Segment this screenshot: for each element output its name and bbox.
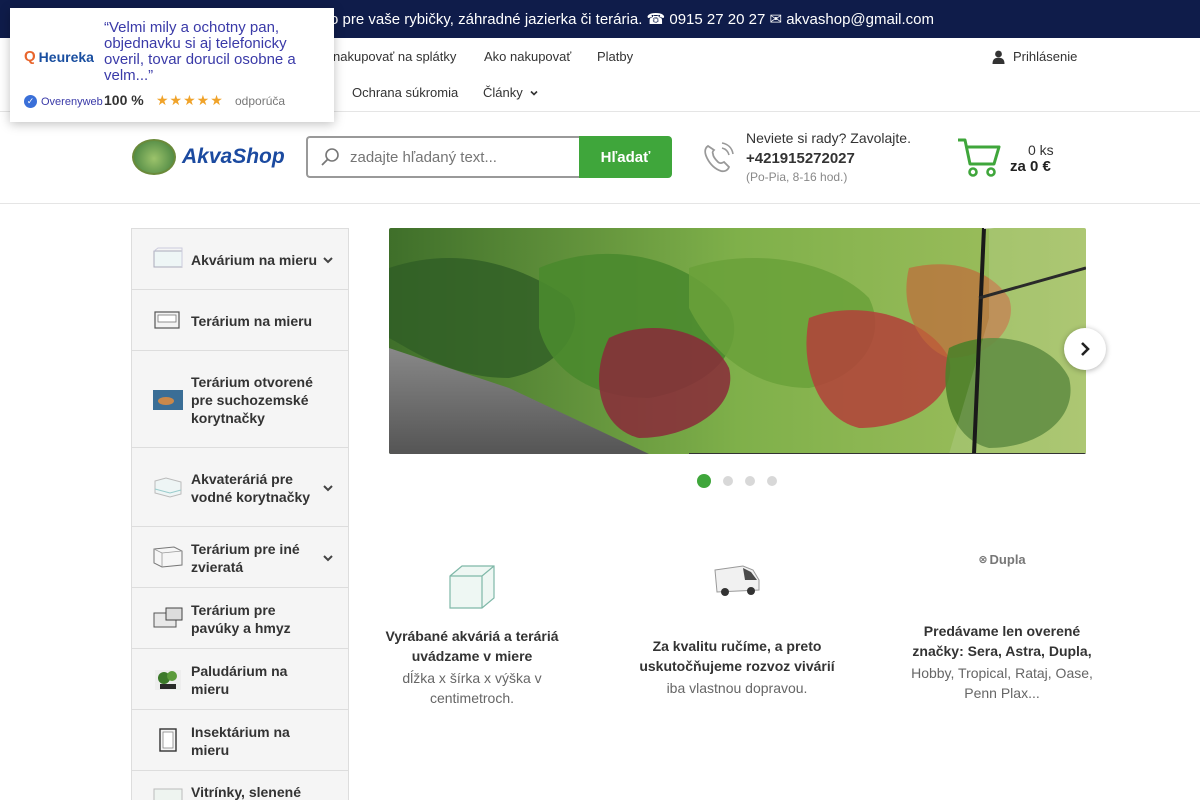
heureka-logo-text: Heureka — [38, 48, 94, 65]
feature-made-to-measure: Vyrábané akváriá a teráriá uvádzame v mi… — [372, 562, 572, 708]
heureka-review-widget[interactable]: Q Heureka “Velmi mily a ochotny pan, obj… — [10, 8, 334, 122]
spider-terrarium-icon — [153, 607, 183, 628]
category-label: Terárium pre iné zvieratá — [191, 541, 300, 575]
site-header: AkvaShop Hľadať Neviete si rady? Zavolaj… — [0, 112, 1200, 204]
login-link[interactable]: Prihlásenie — [992, 49, 1077, 64]
cart-count: 0 ks — [1028, 142, 1054, 158]
chevron-down-icon[interactable] — [322, 482, 334, 494]
login-label: Prihlásenie — [1013, 49, 1078, 64]
category-animal-terrarium[interactable]: Terárium pre iné zvieratá — [132, 527, 348, 588]
chevron-right-icon — [1081, 342, 1090, 356]
category-label: Akvateráriá pre vodné korytnačky — [191, 471, 311, 505]
feature-title: Predávame len overené značky: Sera, Astr… — [912, 623, 1092, 659]
verified-label: Overenyweb — [41, 95, 103, 108]
feature-desc: dĺžka x šírka x výška v centimetroch. — [402, 670, 542, 706]
insectarium-icon — [159, 728, 177, 752]
category-terrarium[interactable]: Terárium na mieru — [132, 290, 348, 351]
cart-total: za 0 € — [1010, 158, 1051, 175]
heureka-logo: Q Heureka — [24, 48, 94, 65]
user-icon — [992, 50, 1005, 64]
nav-link-how-to-buy[interactable]: Ako nakupovať — [484, 49, 571, 64]
heureka-q-icon: Q — [24, 48, 36, 65]
phone-icon — [704, 142, 734, 173]
animal-terrarium-icon — [153, 546, 183, 568]
category-turtle-terrarium[interactable]: Terárium otvorené pre suchozemské korytn… — [132, 351, 348, 448]
category-insectarium[interactable]: Insektárium na mieru — [132, 710, 348, 771]
category-label: Insektárium na mieru — [191, 724, 290, 758]
dupla-logo: ⊗ Dupla — [972, 552, 1032, 567]
check-icon: ✓ — [24, 95, 37, 108]
review-quote: “Velmi mily a ochotny pan, objednavku si… — [104, 19, 296, 84]
category-label: Paludárium na mieru — [191, 663, 288, 697]
verified-badge: ✓ Overenyweb — [24, 95, 103, 108]
chevron-down-icon[interactable] — [322, 254, 334, 266]
category-label: Terárium pre pavúky a hmyz — [191, 602, 291, 636]
search-button[interactable]: Hľadať — [579, 136, 672, 178]
nav-link-articles[interactable]: Články — [483, 85, 539, 100]
recommend-percent: 100 % — [104, 92, 144, 108]
aquaterrarium-icon — [154, 477, 182, 498]
slider-next-button[interactable] — [1064, 328, 1106, 370]
feature-desc: iba vlastnou dopravou. — [666, 680, 808, 696]
feature-verified-brands: ⊗ Dupla Predávame len overené značky: Se… — [902, 552, 1102, 703]
dupla-mark-icon: ⊗ — [978, 554, 988, 566]
turtle-terrarium-icon — [153, 390, 183, 410]
slider-dot-3[interactable] — [745, 476, 755, 486]
showcase-icon — [153, 788, 183, 800]
search-input[interactable] — [350, 148, 570, 166]
slider-dots — [697, 474, 777, 488]
feature-desc: Hobby, Tropical, Rataj, Oase, Penn Plax.… — [911, 665, 1093, 701]
aquarium-icon — [153, 247, 183, 268]
site-logo[interactable]: AkvaShop — [132, 139, 285, 175]
feature-title: Vyrábané akváriá a teráriá uvádzame v mi… — [385, 628, 559, 664]
rating-stars-icon: ★★★★★ — [156, 92, 224, 108]
category-aquarium[interactable]: Akvárium na mieru — [132, 229, 348, 290]
search-box — [306, 136, 579, 178]
top-bar-text: o pre vaše rybičky, záhradné jazierka či… — [330, 11, 934, 28]
category-sidebar: Akvárium na mieru Terárium na mieru Terá… — [131, 228, 349, 800]
chevron-down-icon — [530, 90, 538, 96]
paludarium-icon — [155, 670, 181, 690]
cart-icon — [958, 138, 1001, 177]
nav-articles-label: Články — [483, 85, 523, 100]
category-spider-terrarium[interactable]: Terárium pre pavúky a hmyz — [132, 588, 348, 649]
phone-question: Neviete si rady? Zavolajte. — [746, 130, 911, 146]
category-label: Terárium otvorené pre suchozemské korytn… — [191, 374, 313, 426]
nav-link-privacy[interactable]: Ochrana súkromia — [352, 85, 458, 100]
nav-link-payments[interactable]: Platby — [597, 49, 633, 64]
slider-dot-2[interactable] — [723, 476, 733, 486]
recommends-label: odporúča — [235, 94, 286, 108]
category-paludarium[interactable]: Paludárium na mieru — [132, 649, 348, 710]
slider-dot-4[interactable] — [767, 476, 777, 486]
terrarium-icon — [154, 311, 180, 329]
nav-link-installments[interactable]: nakupovať na splátky — [333, 49, 456, 64]
slider-dot-1[interactable] — [697, 474, 711, 488]
logo-wordmark: AkvaShop — [182, 145, 285, 168]
phone-hours: (Po-Pia, 8-16 hod.) — [746, 170, 848, 184]
category-aquaterrarium[interactable]: Akvateráriá pre vodné korytnačky — [132, 448, 348, 527]
category-label: Terárium na mieru — [191, 313, 313, 329]
chevron-down-icon[interactable] — [322, 552, 334, 564]
feature-title: Za kvalitu ručíme, a preto uskutočňujeme… — [639, 638, 835, 674]
logo-emblem-icon — [132, 139, 176, 175]
phone-number[interactable]: +421915272027 — [746, 150, 855, 167]
search-form: Hľadať — [306, 136, 672, 178]
dupla-logo-text: Dupla — [989, 552, 1026, 567]
category-label: Vitrínky, slenené — [191, 784, 301, 800]
category-label: Akvárium na mieru — [191, 252, 318, 268]
glass-tank-icon — [449, 565, 495, 609]
search-icon — [321, 148, 339, 166]
delivery-van-icon — [714, 565, 760, 596]
hero-slider[interactable] — [389, 228, 1086, 454]
aquarium-photo — [389, 228, 1086, 454]
feature-own-delivery: Za kvalitu ručíme, a preto uskutočňujeme… — [637, 562, 837, 698]
category-showcase[interactable]: Vitrínky, slenené — [132, 771, 348, 800]
